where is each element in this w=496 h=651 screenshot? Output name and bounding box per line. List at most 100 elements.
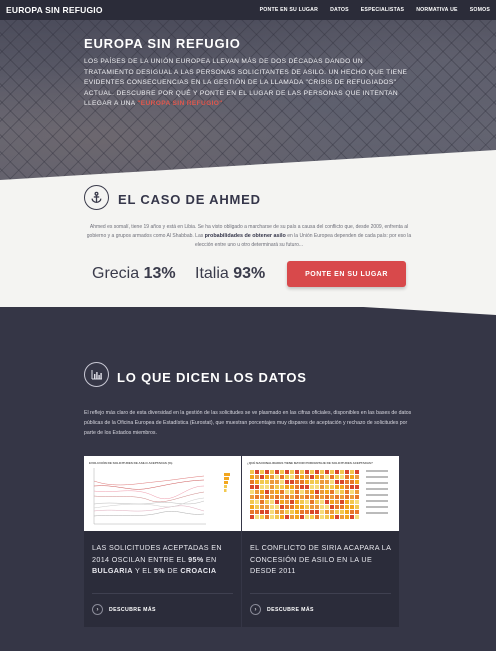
heatmap-cell (340, 470, 344, 474)
heatmap-cell (335, 470, 339, 474)
heatmap-cell (255, 475, 259, 479)
heatmap-cell (280, 485, 284, 489)
heatmap-cell (270, 490, 274, 494)
heatmap-cell (340, 480, 344, 484)
data-card-siria[interactable]: ¿QUÉ NACIONALIDADES TIENE MAYOR PORCENTA… (242, 456, 399, 627)
heatmap-cell (300, 495, 304, 499)
heatmap-cell (260, 490, 264, 494)
brand-logo[interactable]: EUROPA SIN REFUGIO (6, 5, 260, 15)
heatmap-cell (345, 470, 349, 474)
hero-paragraph: LOS PAÍSES DE LA UNIÓN EUROPEA LLEVAN MÁ… (84, 58, 408, 107)
thumbnail-title: EVOLUCIÓN DE SOLICITUDES DE ASILO ACEPTA… (89, 461, 173, 465)
heatmap-cell (335, 485, 339, 489)
heatmap-cell (290, 485, 294, 489)
heatmap-cell (330, 480, 334, 484)
heatmap-cell (335, 490, 339, 494)
line-chart-thumbnail (93, 468, 230, 525)
descubre-mas-label: DESCUBRE MÁS (109, 606, 156, 613)
heatmap-cell (295, 510, 299, 514)
nav-item-datos[interactable]: DATOS (330, 7, 349, 13)
heatmap-cell (355, 510, 359, 514)
heatmap-cell (325, 490, 329, 494)
heatmap-cell (290, 500, 294, 504)
heatmap-cell (290, 490, 294, 494)
heatmap-cell (250, 510, 254, 514)
heatmap-cell (350, 470, 354, 474)
heatmap-cell (295, 480, 299, 484)
ponte-en-su-lugar-button[interactable]: PONTE EN SU LUGAR (287, 261, 406, 287)
heatmap-cell (340, 475, 344, 479)
stat-country: Italia (195, 265, 229, 282)
card-thumbnail-line-chart[interactable]: EVOLUCIÓN DE SOLICITUDES DE ASILO ACEPTA… (84, 456, 241, 531)
descubre-mas-link[interactable]: › DESCUBRE MÁS (92, 604, 156, 615)
heatmap-cell (280, 515, 284, 519)
heatmap-cell (300, 475, 304, 479)
heatmap-cell (270, 505, 274, 509)
heatmap-cell (325, 485, 329, 489)
descubre-mas-link[interactable]: › DESCUBRE MÁS (250, 604, 314, 615)
heatmap-cell (315, 490, 319, 494)
heatmap-cell (270, 480, 274, 484)
heatmap-cell (305, 485, 309, 489)
heatmap-cell (265, 470, 269, 474)
heatmap-cell (325, 480, 329, 484)
heatmap-cell (250, 515, 254, 519)
heatmap-cell (315, 485, 319, 489)
heatmap-cell (325, 510, 329, 514)
heatmap-cell (295, 515, 299, 519)
datos-description: El reflejo más claro de esta diversidad … (84, 410, 412, 436)
data-card-solicitudes[interactable]: EVOLUCIÓN DE SOLICITUDES DE ASILO ACEPTA… (84, 456, 241, 627)
nav-item-normativa[interactable]: NORMATIVA UE (416, 7, 458, 13)
card-thumbnail-heatmap[interactable]: ¿QUÉ NACIONALIDADES TIENE MAYOR PORCENTA… (242, 456, 399, 531)
stat-italia: Italia 93% (195, 265, 265, 283)
heatmap-cell (330, 500, 334, 504)
nav-item-ponte[interactable]: PONTE EN SU LUGAR (260, 7, 318, 13)
heatmap-label (366, 494, 388, 496)
heatmap-cell (275, 475, 279, 479)
card-divider (92, 593, 233, 594)
heatmap-cell (355, 515, 359, 519)
anchor-icon (84, 185, 109, 210)
heatmap-cell (300, 510, 304, 514)
heatmap-cell (250, 490, 254, 494)
card-text-bold: 5% (153, 566, 165, 575)
bar-chart-icon (84, 362, 109, 387)
heatmap-cell (300, 500, 304, 504)
heatmap-cell (295, 495, 299, 499)
heatmap-cell (320, 485, 324, 489)
heatmap-cell (310, 505, 314, 509)
heatmap-cell (285, 505, 289, 509)
heatmap-cell (280, 470, 284, 474)
nav-item-especialistas[interactable]: ESPECIALISTAS (361, 7, 404, 13)
heatmap-cell (265, 515, 269, 519)
heatmap-cell (350, 480, 354, 484)
heatmap-cell (280, 510, 284, 514)
heatmap-cell (345, 480, 349, 484)
heatmap-cell (355, 500, 359, 504)
heatmap-cell (350, 510, 354, 514)
heatmap-cell (320, 475, 324, 479)
heatmap-cell (285, 495, 289, 499)
heatmap-thumbnail (250, 470, 388, 519)
stat-value: 93% (233, 265, 266, 282)
nav-item-somos[interactable]: SOMOS (470, 7, 490, 13)
heatmap-cell (305, 495, 309, 499)
heatmap-cell (350, 495, 354, 499)
heatmap-cell (350, 505, 354, 509)
heatmap-cell (265, 480, 269, 484)
heatmap-cell (335, 515, 339, 519)
heatmap-cell (305, 480, 309, 484)
heatmap-cell (340, 485, 344, 489)
heatmap-cell (320, 505, 324, 509)
heatmap-cell (340, 505, 344, 509)
heatmap-cell (305, 490, 309, 494)
card-text-bold: CROACIA (180, 566, 217, 575)
heatmap-cell (330, 505, 334, 509)
heatmap-cell (315, 500, 319, 504)
hero-link[interactable]: "EUROPA SIN REFUGIO" (137, 100, 222, 107)
heatmap-cell (260, 515, 264, 519)
heatmap-cell (285, 500, 289, 504)
heatmap-cell (315, 475, 319, 479)
heatmap-cell (330, 495, 334, 499)
heatmap-cell (285, 510, 289, 514)
